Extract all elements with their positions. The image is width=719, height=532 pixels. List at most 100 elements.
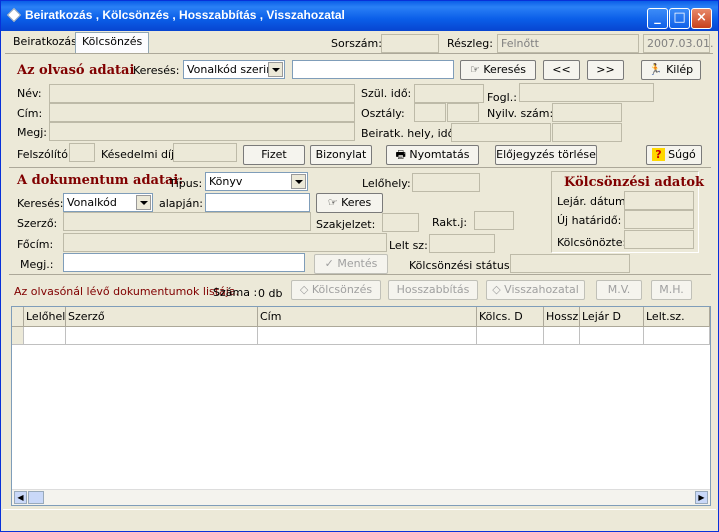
table-row-cell[interactable] <box>66 327 258 345</box>
reader-search-button-label: Keresés <box>483 63 527 76</box>
reader-search-mode-value: Vonalkód szerint <box>187 63 278 76</box>
minimize-icon: _ <box>654 10 661 25</box>
table-row-cell[interactable] <box>544 327 580 345</box>
grid-col-cim[interactable]: Cím <box>258 307 477 327</box>
table-row-cell[interactable] <box>644 327 710 345</box>
scroll-left-icon[interactable]: ◀ <box>14 491 27 504</box>
mentes-button[interactable]: ✓ Mentés <box>314 254 388 274</box>
nev-label: Név: <box>17 87 42 100</box>
grid-col-szerzo[interactable]: Szerző <box>66 307 258 327</box>
scroll-right-icon[interactable]: ▶ <box>695 491 708 504</box>
sorszam-label: Sorszám: <box>331 37 382 50</box>
focim-field <box>63 233 387 252</box>
szerzo-label: Szerző: <box>17 217 58 230</box>
grid-col-lejar-d[interactable]: Lejár D <box>580 307 644 327</box>
table-row-cell[interactable] <box>258 327 477 345</box>
minimize-button[interactable]: _ <box>647 8 668 29</box>
kolcsonzes-button-label: Kölcsönzés <box>311 283 373 296</box>
kolcsonozte-label: Kölcsönözte: <box>557 236 627 249</box>
tipus-label: Típus: <box>169 177 203 190</box>
mentes-button-label: Mentés <box>337 257 378 270</box>
raktj-field <box>474 211 514 230</box>
reader-search-mode-select[interactable]: Vonalkód szerint <box>183 60 285 79</box>
kolcsonozte-field <box>624 230 694 249</box>
reader-search-input[interactable] <box>292 60 454 79</box>
list-title: Az olvasónál lévő dokumentumok listája. <box>14 285 240 298</box>
reszleg-label: Részleg: <box>447 37 493 50</box>
doc-search-mode-select[interactable]: Vonalkód <box>63 193 153 212</box>
table-row-cell[interactable] <box>580 327 644 345</box>
mh-button[interactable]: M.H. <box>651 280 692 300</box>
hand-pointer-icon: ☞ <box>469 63 484 76</box>
mv-button[interactable]: M.V. <box>596 280 642 300</box>
document-section-title: A dokumentum adatai: <box>17 173 184 188</box>
prev-button[interactable]: << <box>543 60 580 80</box>
bizonylat-button[interactable]: Bizonylat <box>310 145 372 165</box>
horizontal-scrollbar[interactable]: ◀ ▶ <box>12 489 710 505</box>
table-row-cell[interactable] <box>477 327 544 345</box>
tipus-select[interactable]: Könyv <box>205 172 308 191</box>
szakjelzet-field <box>382 213 419 232</box>
osztaly-field <box>414 103 446 122</box>
grid-header: Lelőhely Szerző Cím Kölcs. D Hossz. Lejá… <box>12 307 710 327</box>
nyomtatas-button[interactable]: 🖶 Nyomtatás <box>386 145 479 165</box>
document-list-grid[interactable]: Lelőhely Szerző Cím Kölcs. D Hossz. Lejá… <box>11 306 711 506</box>
grid-col-hossz[interactable]: Hossz. <box>544 307 580 327</box>
table-row-indicator[interactable] <box>12 327 24 345</box>
date-field: 2007.03.01. <box>643 34 714 53</box>
doc-search-mode-value: Vonalkód <box>67 196 117 209</box>
keres-button[interactable]: ☞ Keres <box>316 193 383 213</box>
kolcsonzes-button[interactable]: ◇ Kölcsönzés <box>291 280 381 300</box>
table-row-cell[interactable] <box>24 327 66 345</box>
exit-button[interactable]: 🏃 Kilép <box>641 60 701 80</box>
close-button[interactable]: × <box>691 8 712 29</box>
doc-megj-label: Megj.: <box>20 258 54 271</box>
visszahozatal-button[interactable]: ◇ Visszahozatal <box>486 280 585 300</box>
focim-label: Főcím: <box>17 238 54 251</box>
cim-label: Cím: <box>17 107 43 120</box>
lelt-sz-field <box>429 234 495 253</box>
hosszabbitas-button[interactable]: Hosszabbítás <box>388 280 478 300</box>
next-button[interactable]: >> <box>587 60 624 80</box>
scroll-thumb[interactable] <box>28 491 44 504</box>
date-value: 2007.03.01. <box>647 37 714 50</box>
count-label: Száma : <box>213 286 258 299</box>
tab-beiratkozas[interactable]: Beiratkozás <box>7 33 83 53</box>
maximize-button[interactable]: □ <box>669 8 690 29</box>
chevron-down-icon <box>291 174 306 189</box>
nyilv-szam-field <box>552 103 622 122</box>
beiratk-ido-field <box>552 123 622 142</box>
grid-col-kolcs-d[interactable]: Kölcs. D <box>477 307 544 327</box>
grid-col-lelohely[interactable]: Lelőhely <box>24 307 66 327</box>
tab-kolcsonzes[interactable]: Kölcsönzés <box>75 32 150 54</box>
szul-ido-field <box>414 84 484 103</box>
kolcsonzesi-status-field <box>510 254 630 273</box>
lelohely-field <box>412 173 480 192</box>
count-value: 0 db <box>258 287 283 300</box>
szerzo-field <box>63 212 311 231</box>
nev-field <box>49 84 355 103</box>
sugo-button-label: Súgó <box>668 148 696 161</box>
status-bar <box>3 509 716 529</box>
doc-search-input[interactable] <box>205 193 310 212</box>
title-bar: Beiratkozás , Kölcsönzés , Hosszabbítás … <box>1 1 718 31</box>
grid-col-lelt-sz[interactable]: Lelt.sz. <box>644 307 710 327</box>
sugo-button[interactable]: ? Súgó <box>646 145 702 165</box>
kolcsonzesi-status-label: Kölcsönzési státusz: <box>409 259 520 272</box>
kesedelmi-label: Késedelmi díj: <box>101 148 178 161</box>
section-divider-2 <box>9 274 711 275</box>
chevron-down-icon <box>268 62 283 77</box>
lelt-sz-label: Lelt sz: <box>389 239 428 252</box>
chevron-down-icon <box>136 195 151 210</box>
szul-ido-label: Szül. idő: <box>361 87 412 100</box>
section-divider-1 <box>9 167 711 168</box>
reader-search-button[interactable]: ☞ Keresés <box>460 60 536 80</box>
doc-megj-input[interactable] <box>63 253 305 272</box>
reszleg-value: Felnőtt <box>501 37 539 50</box>
main-window: Beiratkozás , Kölcsönzés , Hosszabbítás … <box>0 0 719 532</box>
elojegyzes-torlese-button[interactable]: Előjegyzés törlése <box>495 145 597 165</box>
szakjelzet-label: Szakjelzet: <box>316 218 376 231</box>
window-title: Beiratkozás , Kölcsönzés , Hosszabbítás … <box>25 8 345 22</box>
eraser-icon: ◇ <box>299 283 312 296</box>
fizet-button[interactable]: Fizet <box>243 145 305 165</box>
